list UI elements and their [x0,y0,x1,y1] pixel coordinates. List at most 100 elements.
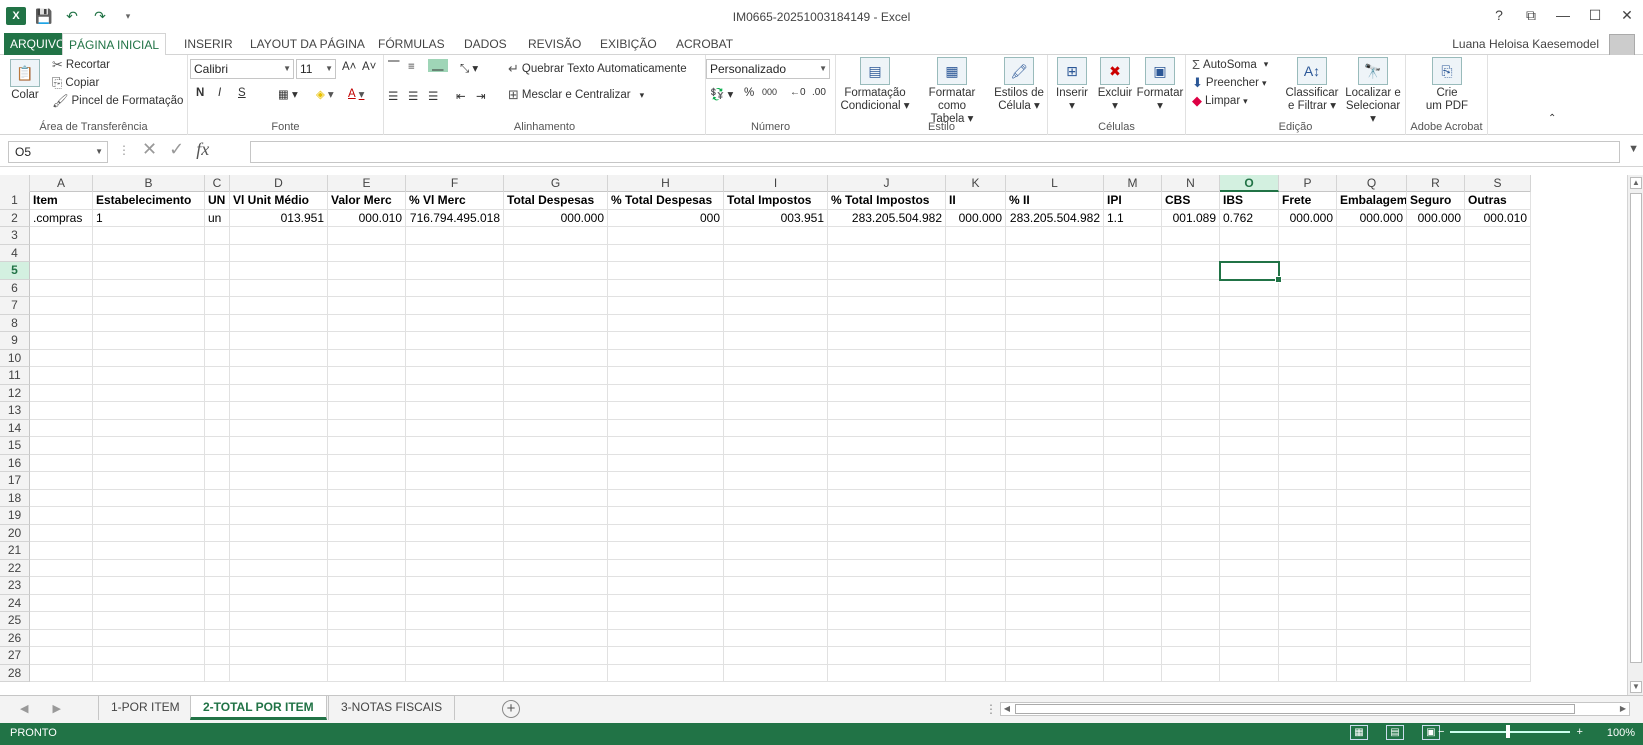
row-header[interactable]: 4 [0,244,30,262]
cell[interactable] [328,314,406,332]
cell[interactable] [1337,524,1407,542]
cell[interactable] [328,454,406,472]
cell[interactable] [1465,402,1531,420]
row-header[interactable]: 7 [0,297,30,315]
row-header[interactable]: 5 [0,262,30,280]
cell[interactable] [1220,349,1279,367]
cell[interactable] [946,402,1006,420]
orientation-icon[interactable]: ⤡ ▾ [460,61,478,76]
cell[interactable] [93,577,205,595]
cell[interactable] [230,279,328,297]
cell[interactable] [1407,227,1465,245]
cell[interactable] [328,507,406,525]
cell[interactable] [504,559,608,577]
cell[interactable] [724,402,828,420]
cell[interactable] [1104,297,1162,315]
cell[interactable] [1220,367,1279,385]
align-left-icon[interactable]: ☰ [388,89,398,103]
cell[interactable] [205,577,230,595]
cell[interactable] [30,559,93,577]
row-header[interactable]: 6 [0,279,30,297]
horizontal-scrollbar[interactable]: ◀ ▶ [1000,702,1630,716]
zoom-in-button[interactable]: + [1576,726,1582,738]
scroll-down-icon[interactable]: ▼ [1630,681,1642,693]
cell[interactable] [1407,332,1465,350]
select-all-corner[interactable] [0,175,30,192]
cell[interactable] [1006,472,1104,490]
cell-styles-button[interactable]: 🖍 Estilos de Célula ▾ [992,57,1046,113]
bold-button[interactable]: N [196,87,204,99]
row-header[interactable]: 14 [0,419,30,437]
cell[interactable] [1006,612,1104,630]
cell[interactable] [724,227,828,245]
cell[interactable] [946,647,1006,665]
cell[interactable]: 000 [608,209,724,227]
cell[interactable] [1279,594,1337,612]
column-header-c[interactable]: C [205,175,230,192]
row-header[interactable]: 11 [0,367,30,385]
cell[interactable]: Outras [1465,192,1531,210]
cell[interactable] [1162,314,1220,332]
tab-view[interactable]: EXIBIÇÃO [594,33,663,55]
cell[interactable] [1465,384,1531,402]
cell[interactable] [504,262,608,280]
cell[interactable] [30,454,93,472]
cell[interactable] [1279,402,1337,420]
cell[interactable] [230,314,328,332]
cell[interactable] [1104,384,1162,402]
cell[interactable] [608,297,724,315]
cell[interactable] [93,279,205,297]
cell[interactable] [230,594,328,612]
cell[interactable] [230,367,328,385]
cell[interactable] [828,279,946,297]
cell[interactable] [30,489,93,507]
tab-page-layout[interactable]: LAYOUT DA PÁGINA [244,33,371,55]
column-header-o[interactable]: O [1220,175,1279,192]
cell[interactable] [608,367,724,385]
cell[interactable] [608,524,724,542]
cell[interactable]: 283.205.504.982 [828,209,946,227]
cell[interactable] [1465,612,1531,630]
fill-color-icon[interactable]: ◈ ▾ [316,87,334,101]
cell[interactable] [1337,332,1407,350]
cell[interactable] [328,384,406,402]
cell[interactable] [828,629,946,647]
cell[interactable] [1337,279,1407,297]
cell[interactable] [30,629,93,647]
cell[interactable] [608,402,724,420]
cell[interactable] [1104,664,1162,682]
cell[interactable]: .compras [30,209,93,227]
cell[interactable] [1220,489,1279,507]
decrease-indent-icon[interactable]: ⇤ [456,89,466,103]
cell[interactable] [504,297,608,315]
cell[interactable] [1104,472,1162,490]
ribbon-display-button[interactable]: ⧉ [1515,4,1547,26]
cell[interactable] [93,559,205,577]
cell[interactable] [93,262,205,280]
cell[interactable] [205,227,230,245]
cell[interactable] [608,384,724,402]
cell[interactable] [1337,594,1407,612]
cell[interactable] [1279,577,1337,595]
cell[interactable] [328,402,406,420]
cell[interactable] [1407,454,1465,472]
cell[interactable] [1407,314,1465,332]
cell[interactable] [1104,524,1162,542]
cell[interactable] [1407,612,1465,630]
wrap-text-button[interactable]: ↵ Quebrar Texto Automaticamente [508,61,687,77]
cell[interactable] [328,542,406,560]
cell[interactable] [1220,577,1279,595]
cell[interactable]: 000.010 [1465,209,1531,227]
cell[interactable] [1279,664,1337,682]
cell[interactable] [1465,244,1531,262]
cell[interactable] [504,507,608,525]
cell[interactable] [608,332,724,350]
cell[interactable] [1407,384,1465,402]
cell[interactable] [406,437,504,455]
cell[interactable] [1104,349,1162,367]
cell[interactable] [1006,437,1104,455]
cell[interactable] [828,297,946,315]
cell[interactable] [230,297,328,315]
cell[interactable] [406,262,504,280]
cell[interactable]: 283.205.504.982 [1006,209,1104,227]
